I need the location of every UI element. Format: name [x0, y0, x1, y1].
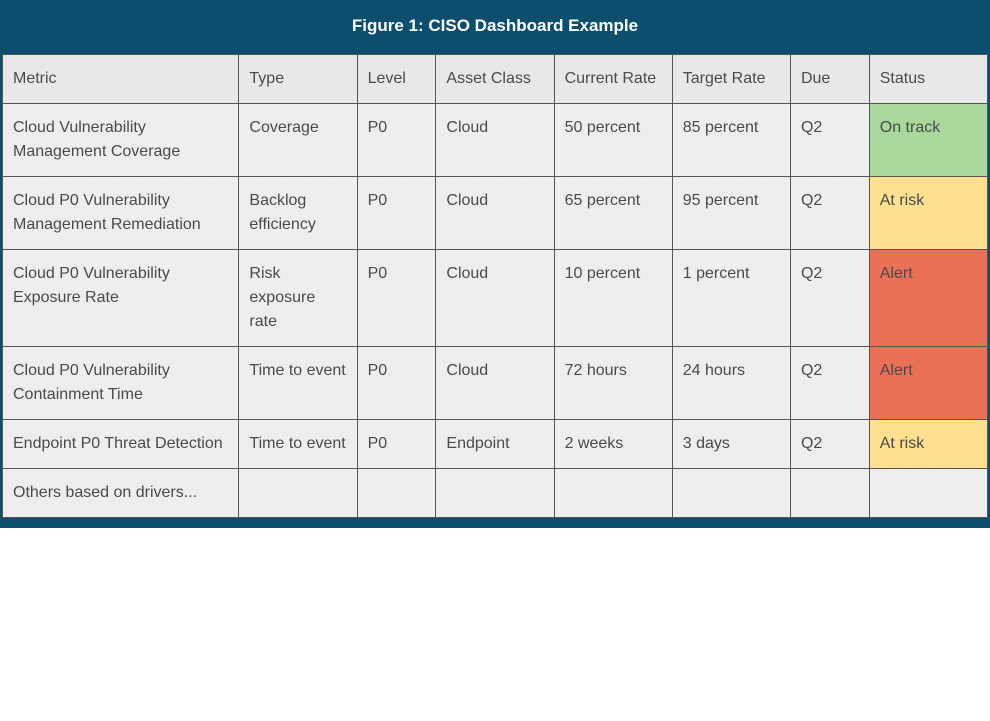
cell-status	[869, 469, 987, 518]
cell-status: At risk	[869, 177, 987, 250]
col-header-target: Target Rate	[672, 55, 790, 104]
table-row: Endpoint P0 Threat DetectionTime to even…	[3, 420, 988, 469]
cell-level: P0	[357, 420, 436, 469]
cell-current: 65 percent	[554, 177, 672, 250]
col-header-status: Status	[869, 55, 987, 104]
metrics-table: Metric Type Level Asset Class Current Ra…	[2, 54, 988, 518]
cell-metric: Cloud P0 Vulnerability Management Remedi…	[3, 177, 239, 250]
cell-status: At risk	[869, 420, 987, 469]
cell-current: 10 percent	[554, 250, 672, 347]
table-row: Cloud P0 Vulnerability Containment TimeT…	[3, 347, 988, 420]
cell-type	[239, 469, 357, 518]
cell-asset: Cloud	[436, 347, 554, 420]
cell-type: Time to event	[239, 347, 357, 420]
cell-type: Time to event	[239, 420, 357, 469]
table-header-row: Metric Type Level Asset Class Current Ra…	[3, 55, 988, 104]
figure-title: Figure 1: CISO Dashboard Example	[2, 2, 988, 54]
cell-target: 1 percent	[672, 250, 790, 347]
cell-due: Q2	[790, 347, 869, 420]
cell-target: 85 percent	[672, 104, 790, 177]
cell-metric: Cloud P0 Vulnerability Exposure Rate	[3, 250, 239, 347]
table-row: Cloud Vulnerability Management CoverageC…	[3, 104, 988, 177]
cell-current: 72 hours	[554, 347, 672, 420]
cell-level: P0	[357, 177, 436, 250]
cell-due: Q2	[790, 177, 869, 250]
col-header-current: Current Rate	[554, 55, 672, 104]
cell-metric: Cloud Vulnerability Management Coverage	[3, 104, 239, 177]
cell-target: 95 percent	[672, 177, 790, 250]
col-header-level: Level	[357, 55, 436, 104]
cell-target: 3 days	[672, 420, 790, 469]
cell-metric: Cloud P0 Vulnerability Containment Time	[3, 347, 239, 420]
footer-bar	[2, 518, 988, 526]
cell-type: Backlog efficiency	[239, 177, 357, 250]
cell-metric: Others based on drivers...	[3, 469, 239, 518]
cell-status: Alert	[869, 250, 987, 347]
ciso-dashboard: Figure 1: CISO Dashboard Example Metric …	[0, 0, 990, 528]
cell-due: Q2	[790, 250, 869, 347]
table-row: Cloud P0 Vulnerability Management Remedi…	[3, 177, 988, 250]
cell-type: Coverage	[239, 104, 357, 177]
table-row: Cloud P0 Vulnerability Exposure RateRisk…	[3, 250, 988, 347]
col-header-asset: Asset Class	[436, 55, 554, 104]
cell-type: Risk exposure rate	[239, 250, 357, 347]
cell-level: P0	[357, 104, 436, 177]
cell-due: Q2	[790, 104, 869, 177]
cell-due	[790, 469, 869, 518]
cell-asset	[436, 469, 554, 518]
cell-status: Alert	[869, 347, 987, 420]
col-header-metric: Metric	[3, 55, 239, 104]
cell-due: Q2	[790, 420, 869, 469]
cell-target: 24 hours	[672, 347, 790, 420]
col-header-due: Due	[790, 55, 869, 104]
cell-current	[554, 469, 672, 518]
col-header-type: Type	[239, 55, 357, 104]
cell-asset: Cloud	[436, 177, 554, 250]
cell-level	[357, 469, 436, 518]
cell-current: 50 percent	[554, 104, 672, 177]
cell-target	[672, 469, 790, 518]
cell-current: 2 weeks	[554, 420, 672, 469]
cell-level: P0	[357, 250, 436, 347]
cell-metric: Endpoint P0 Threat Detection	[3, 420, 239, 469]
cell-asset: Cloud	[436, 250, 554, 347]
cell-asset: Cloud	[436, 104, 554, 177]
cell-level: P0	[357, 347, 436, 420]
table-row: Others based on drivers...	[3, 469, 988, 518]
cell-asset: Endpoint	[436, 420, 554, 469]
cell-status: On track	[869, 104, 987, 177]
